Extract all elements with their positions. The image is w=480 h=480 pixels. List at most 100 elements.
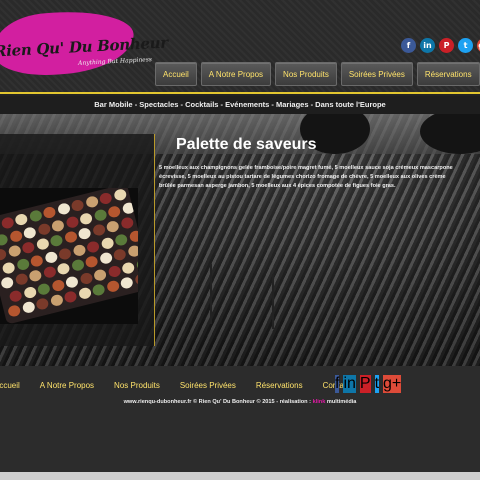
canape [71,243,87,257]
facebook-icon[interactable]: f [335,375,340,393]
canape [120,201,136,215]
canape [43,250,58,264]
footer-nav-nos-produits[interactable]: Nos Produits [114,381,160,390]
canape [28,269,43,283]
footer-nav-accueil[interactable]: Accueil [0,381,20,390]
canape [63,290,78,304]
facebook-icon[interactable]: f [401,38,416,53]
canape [0,247,8,262]
canape [50,278,65,292]
nav-a-notre-propos[interactable]: A Notre Propos [200,62,272,86]
canape [21,240,36,255]
canape [8,229,23,243]
canape [63,230,78,244]
product-description: 5 moelleux aux champignons gelée framboi… [159,165,453,189]
product-photo [0,188,138,324]
canape [98,191,113,206]
canape [22,285,37,299]
canape [91,283,106,297]
bottom-strip [0,472,480,480]
canape [112,188,127,202]
footer-nav-reservations[interactable]: Réservations [256,381,303,390]
footer-nav: Accueil A Notre Propos Nos Produits Soirées… [0,381,350,390]
canape [105,279,120,294]
canape [85,239,101,254]
tagline: Bar Mobile - Spectacles - Cocktails - Ev… [0,96,480,114]
nav-accueil[interactable]: Accueil [155,62,197,86]
canape [14,212,29,227]
canape [0,276,15,290]
copyright-text: www.rienqu-dubonheur.fr © Rien Qu' Du Bo… [123,399,313,405]
footer-nav-a-notre-propos[interactable]: A Notre Propos [40,381,94,390]
google-plus-icon[interactable]: g+ [383,375,402,393]
twitter-icon[interactable]: t [374,375,380,393]
canape [126,244,138,259]
nav-nos-produits[interactable]: Nos Produits [275,62,337,86]
twitter-icon[interactable]: t [458,38,473,53]
canape [64,274,79,289]
pinterest-icon[interactable]: P [439,38,454,53]
canape [28,209,43,223]
canape [56,202,71,216]
canape [77,286,92,301]
canape [29,253,44,268]
nav-soirees-privees[interactable]: Soirées Privées [340,62,413,86]
page: Rien Qu' Du Bonheur Anything But Happine… [0,0,480,480]
canape [133,272,138,287]
canape [64,215,80,229]
canape [84,195,99,209]
copyright: www.rienqu-dubonheur.fr © Rien Qu' Du Bo… [0,399,480,405]
canape [135,257,138,271]
canape [36,222,51,236]
main-nav: Accueil A Notre Propos Nos Produits Soirées… [155,62,480,86]
canape [106,264,122,278]
agency-link[interactable]: klink [313,399,326,405]
canape [119,276,134,290]
canape [8,288,23,303]
canape [42,205,57,220]
canape [106,204,122,219]
nav-reservations[interactable]: Réservations [416,62,480,86]
canape [92,267,108,282]
canape [77,226,92,241]
canape [112,247,127,262]
canape [70,198,85,213]
linkedin-icon[interactable]: in [420,38,435,53]
canape [35,297,50,311]
canape [57,246,72,261]
canape [84,254,99,269]
canape [49,293,64,308]
header: Rien Qu' Du Bonheur Anything But Happine… [0,0,480,94]
canape [78,211,94,226]
canape [21,300,36,315]
canape [7,244,22,258]
canape [22,225,37,240]
canape [42,265,57,280]
canape [0,232,9,247]
canape [70,258,85,273]
linkedin-icon[interactable]: in [343,375,356,393]
canape [98,251,113,266]
canape [120,260,136,275]
page-title: Palette de saveurs [176,136,317,153]
canape [35,237,50,251]
divider [0,92,480,94]
canape [92,208,108,222]
footer-social-links: f in Pt g+ [335,375,402,393]
canape [49,233,64,248]
canape [50,218,65,233]
canape [1,260,16,275]
canape [36,281,51,296]
canape [15,257,30,271]
pinterest-icon[interactable]: P [359,375,371,393]
canape [7,304,22,318]
footer-nav-soirees-privees[interactable]: Soirées Privées [180,381,236,390]
canape [14,272,29,287]
canape [119,216,134,230]
canape [105,219,120,234]
canape [78,271,94,285]
social-links: finPtg+ [401,38,480,53]
canape [113,232,129,247]
canape [91,223,106,237]
canape [99,236,115,250]
